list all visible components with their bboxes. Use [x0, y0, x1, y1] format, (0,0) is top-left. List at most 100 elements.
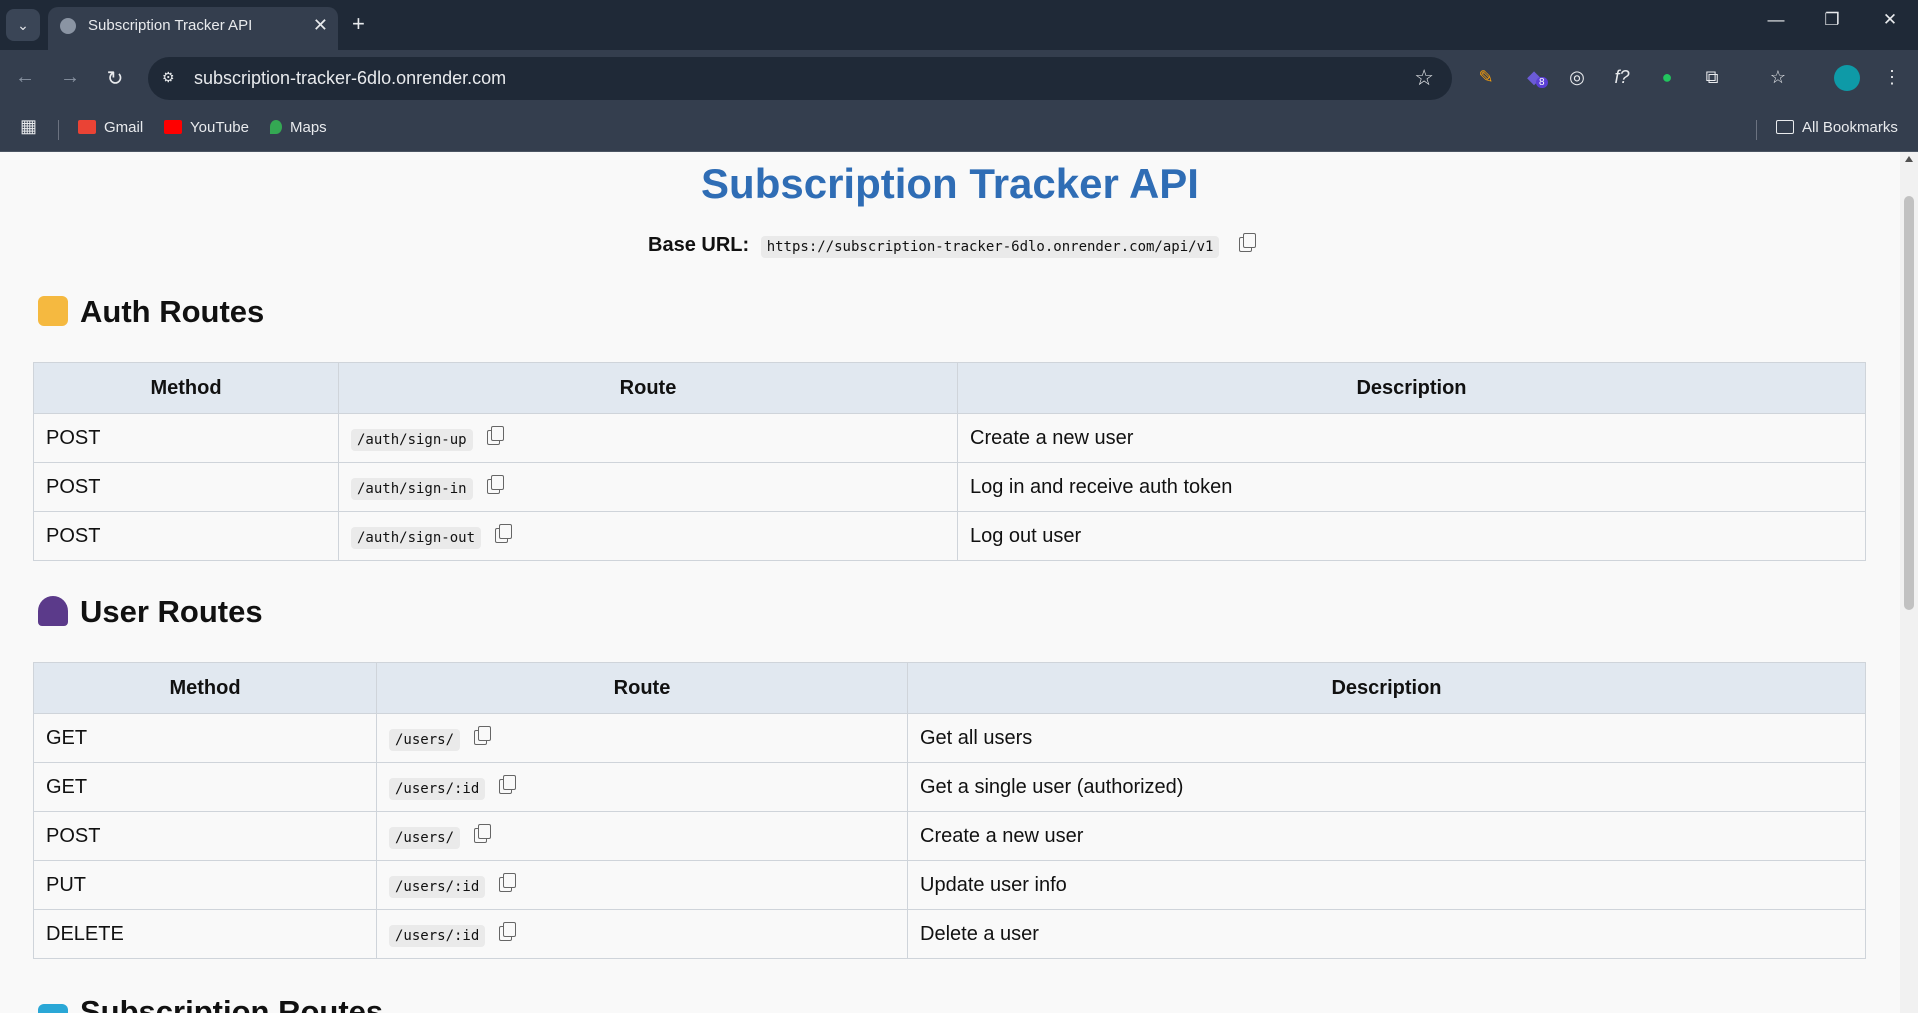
copy-icon[interactable] — [499, 872, 517, 892]
user-icon — [38, 596, 68, 626]
route-cell: /users/ — [376, 713, 908, 763]
route-cell: /users/ — [376, 811, 908, 861]
section-heading-auth: Auth Routes — [38, 294, 264, 330]
menu-icon[interactable]: ⋮ — [1880, 67, 1904, 91]
route-code: /users/ — [389, 826, 461, 849]
bookmark-gmail[interactable]: Gmail — [78, 119, 143, 136]
bookmark-youtube[interactable]: YouTube — [164, 119, 249, 136]
table-row: POST /auth/sign-in Log in and receive au… — [33, 462, 1866, 512]
auth-routes-table: Method Route Description POST /auth/sign… — [33, 362, 1866, 561]
copy-icon[interactable] — [499, 774, 517, 794]
route-code: /auth/sign-up — [351, 428, 473, 451]
frog-extension-icon[interactable]: ● — [1655, 67, 1679, 91]
route-code: /users/:id — [389, 924, 486, 947]
all-bookmarks[interactable]: All Bookmarks — [1776, 119, 1898, 136]
youtube-icon — [164, 120, 182, 134]
site-info-icon[interactable]: ⚙ — [162, 69, 182, 87]
new-tab-button[interactable]: + — [352, 11, 365, 37]
method-cell: POST — [33, 511, 339, 561]
close-window-icon[interactable]: ✕ — [1870, 10, 1910, 30]
copy-icon[interactable] — [495, 523, 513, 543]
description-cell: Get all users — [907, 713, 1866, 763]
copy-icon[interactable] — [474, 823, 492, 843]
route-code: /users/:id — [389, 875, 486, 898]
restore-icon[interactable]: ❐ — [1812, 10, 1852, 30]
description-cell: Log in and receive auth token — [957, 462, 1866, 512]
extension-badge-icon[interactable]: ◆ 8 — [1522, 67, 1548, 91]
copy-icon[interactable] — [474, 725, 492, 745]
description-cell: Create a new user — [907, 811, 1866, 861]
url-text[interactable]: subscription-tracker-6dlo.onrender.com — [194, 68, 506, 89]
column-header: Method — [33, 362, 339, 414]
page-scrollbar[interactable] — [1900, 152, 1918, 1013]
table-header-row: Method Route Description — [33, 362, 1866, 414]
gmail-icon — [78, 120, 96, 134]
route-cell: /auth/sign-out — [338, 511, 958, 561]
route-cell: /auth/sign-in — [338, 462, 958, 512]
route-cell: /auth/sign-up — [338, 413, 958, 463]
description-cell: Get a single user (authorized) — [907, 762, 1866, 812]
base-url-line: Base URL: https://subscription-tracker-6… — [0, 233, 1900, 258]
font-extension-icon[interactable]: f? — [1610, 67, 1634, 91]
table-row: GET /users/ Get all users — [33, 713, 1866, 763]
copy-icon[interactable] — [1239, 233, 1256, 252]
globe-icon — [60, 18, 76, 34]
page-title: Subscription Tracker API — [701, 160, 1199, 207]
route-cell: /users/:id — [376, 909, 908, 959]
table-row: POST /auth/sign-up Create a new user — [33, 413, 1866, 463]
section-heading-subscriptions: Subscription Routes — [38, 994, 383, 1013]
apps-grid-icon[interactable]: ▦ — [20, 116, 37, 137]
column-header: Route — [338, 362, 958, 414]
route-code: /users/:id — [389, 777, 486, 800]
table-row: DELETE /users/:id Delete a user — [33, 909, 1866, 959]
description-cell: Log out user — [957, 511, 1866, 561]
divider — [58, 120, 59, 140]
copy-icon[interactable] — [499, 921, 517, 941]
tab-bar: ⌄ Subscription Tracker API ✕ + — ❐ ✕ — [0, 0, 1918, 50]
reading-list-icon[interactable]: ☆ — [1766, 67, 1790, 91]
table-header-row: Method Route Description — [33, 662, 1866, 714]
close-icon[interactable]: ✕ — [313, 15, 328, 36]
route-cell: /users/:id — [376, 762, 908, 812]
scroll-up-arrow-icon[interactable] — [1905, 156, 1913, 162]
section-heading-users: User Routes — [38, 594, 263, 630]
column-header: Method — [33, 662, 377, 714]
description-cell: Update user info — [907, 860, 1866, 910]
active-tab[interactable]: Subscription Tracker API ✕ — [48, 7, 338, 50]
method-cell: GET — [33, 713, 377, 763]
bookmark-maps[interactable]: Maps — [270, 119, 327, 136]
copy-icon[interactable] — [486, 425, 504, 445]
tab-search-button[interactable]: ⌄ — [6, 9, 40, 41]
method-cell: DELETE — [33, 909, 377, 959]
method-cell: POST — [33, 462, 339, 512]
tab-title: Subscription Tracker API — [88, 17, 253, 34]
profile-avatar[interactable] — [1834, 65, 1860, 91]
method-cell: POST — [33, 413, 339, 463]
column-header: Route — [376, 662, 908, 714]
browser-toolbar: ← → ↻ ⚙ subscription-tracker-6dlo.onrend… — [0, 50, 1918, 108]
divider — [1756, 120, 1757, 140]
route-code: /auth/sign-in — [351, 477, 473, 500]
extensions-puzzle-icon[interactable]: ⧉ — [1700, 67, 1724, 91]
target-extension-icon[interactable]: ◎ — [1565, 67, 1589, 91]
method-cell: POST — [33, 811, 377, 861]
description-cell: Delete a user — [907, 909, 1866, 959]
base-url-label: Base URL: — [648, 234, 750, 256]
back-icon[interactable]: ← — [12, 66, 38, 89]
method-cell: GET — [33, 762, 377, 812]
address-bar[interactable]: ⚙ subscription-tracker-6dlo.onrender.com… — [148, 57, 1452, 100]
bookmarks-bar: ▦ Gmail YouTube Maps All Bookmarks — [0, 108, 1918, 152]
scroll-thumb[interactable] — [1904, 196, 1914, 610]
maps-icon — [270, 120, 282, 134]
pen-extension-icon[interactable]: ✎ — [1474, 67, 1498, 91]
table-row: PUT /users/:id Update user info — [33, 860, 1866, 910]
copy-icon[interactable] — [486, 474, 504, 494]
card-icon — [38, 1004, 68, 1013]
bookmark-star-icon[interactable]: ☆ — [1414, 65, 1434, 91]
reload-icon[interactable]: ↻ — [102, 66, 128, 91]
minimize-icon[interactable]: — — [1756, 10, 1796, 30]
extension-badge-count: 8 — [1536, 77, 1548, 88]
forward-icon[interactable]: → — [57, 66, 83, 89]
table-row: POST /users/ Create a new user — [33, 811, 1866, 861]
column-header: Description — [957, 362, 1866, 414]
